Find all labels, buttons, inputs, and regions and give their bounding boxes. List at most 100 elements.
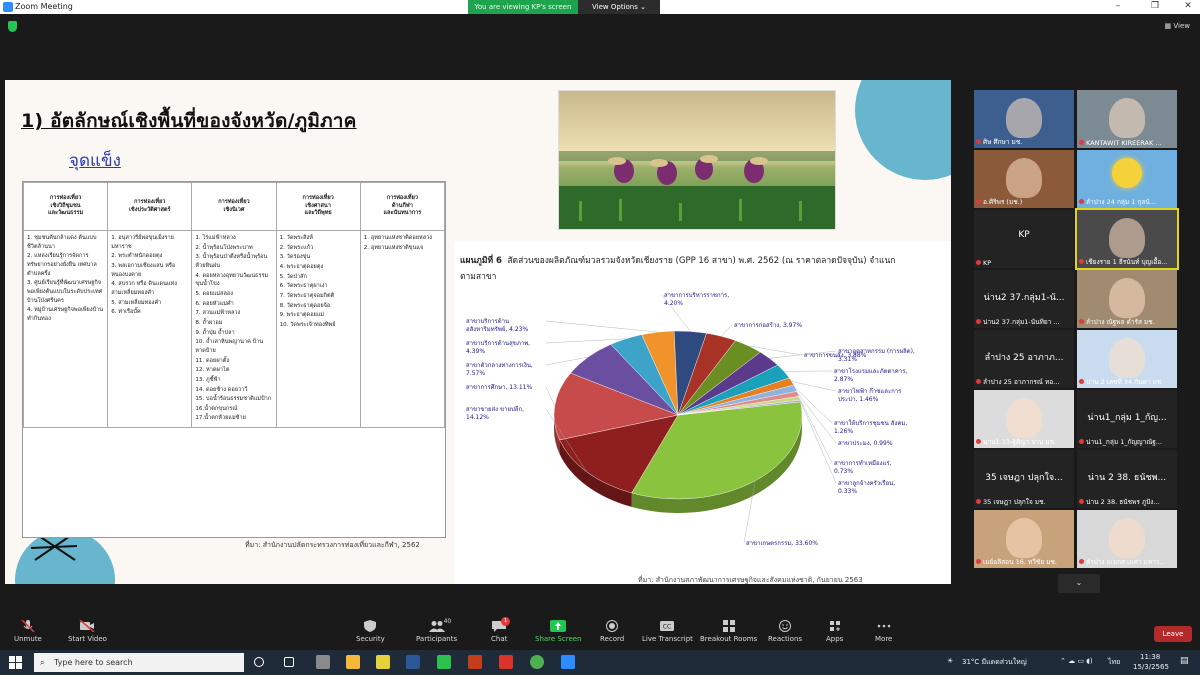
share-screen-button[interactable]: Share Screen xyxy=(535,620,582,643)
participant-name-label: น่าน2 37.กลุ่ม1-นันทิยา ... xyxy=(976,317,1072,327)
apps-button[interactable]: Apps xyxy=(826,620,843,643)
participant-tile[interactable]: อ.ศิริพร (มช.) xyxy=(974,150,1074,208)
pie-slice-label: สาขาบริการด้านสุขภาพ, 4.39% xyxy=(466,340,530,355)
app-icon[interactable] xyxy=(316,655,330,669)
breakout-rooms-button[interactable]: Breakout Rooms xyxy=(700,620,757,643)
acrobat-icon[interactable] xyxy=(499,655,513,669)
participant-tile[interactable]: น่าน2 37.กลุ่ม1-นั... น่าน2 37.กลุ่ม1-นัน… xyxy=(974,270,1074,328)
participant-tile[interactable]: KP KP xyxy=(974,210,1074,268)
table-list-item: 2. น้ำพุร้อนโป่งพระบาท xyxy=(195,244,253,251)
minimize-button[interactable]: – xyxy=(1110,1,1126,11)
participant-name: น่าน 2 38. ธนัชพร ภูปัง... xyxy=(1086,498,1160,506)
participant-video xyxy=(1006,518,1042,558)
participant-tile[interactable]: 35 เจษฎา ปลุกใจ... 35 เจษฎา ปลุกใจ มช. xyxy=(974,450,1074,508)
pie-slice-label: สาขาเกษตรกรรม, 33.60% xyxy=(746,540,818,547)
close-button[interactable]: ✕ xyxy=(1180,1,1196,11)
participant-video xyxy=(1006,398,1042,438)
security-button[interactable]: Security xyxy=(356,620,385,643)
decorative-blob xyxy=(855,80,951,180)
powerpoint-icon[interactable] xyxy=(468,655,482,669)
participant-tile[interactable]: KANTAWIT KIREERAK ... xyxy=(1077,90,1177,148)
pie-slice-label: สาขาให้บริการชุมชน สังคม, 1.26% xyxy=(834,419,907,435)
cortana-icon[interactable] xyxy=(254,657,264,667)
breakout-rooms-label: Breakout Rooms xyxy=(700,635,758,643)
more-button[interactable]: More xyxy=(875,620,892,643)
participant-tile[interactable]: ลำปาง 24 กลุ่ม 1 กุลนั... xyxy=(1077,150,1177,208)
task-view-icon[interactable] xyxy=(284,657,294,667)
system-tray-icons[interactable]: ⌃ ☁ ▭ ◖) xyxy=(1060,657,1093,665)
participant-video xyxy=(1109,338,1145,378)
participant-name: ลำปาง 24 กลุ่ม 1 กุลนั... xyxy=(1086,198,1157,206)
leave-button[interactable]: Leave xyxy=(1154,626,1192,642)
reactions-button[interactable]: Reactions xyxy=(768,620,802,643)
pie-slice-label: สาขาขายส่ง ขายปลีก, 14.12% xyxy=(466,405,524,421)
participant-tile[interactable]: น่าน1_กลุ่ม 1_กัญ... น่าน1_กลุ่ม 1_กัญญาณ… xyxy=(1077,390,1177,448)
table-list-item: 6. วัดพระธาตุผาเงา xyxy=(279,283,328,290)
participant-name-label: ลำปาง 24 กลุ่ม 1 กุลนั... xyxy=(1079,197,1175,207)
input-language[interactable]: ไทย xyxy=(1108,657,1120,668)
weather-text[interactable]: 31°C มีแดดส่วนใหญ่ xyxy=(962,657,1027,668)
muted-mic-icon xyxy=(976,499,981,504)
participant-name-label: เชียงราย 1 ธีรนันท์ บุญเอื้อ... xyxy=(1079,257,1175,267)
participant-name: 35 เจษฎา ปลุกใจ มช. xyxy=(983,498,1046,506)
sticky-notes-icon[interactable] xyxy=(376,655,390,669)
participant-video xyxy=(1006,158,1042,198)
window-title: Zoom Meeting xyxy=(15,2,73,11)
pie-slice-label: สาขาประมง, 0.99% xyxy=(838,440,893,447)
participants-icon: 40 xyxy=(428,618,451,632)
table-list-item: 4. สบรวก หรือ ดินแดนแห่งสามเหลี่ยมทองคำ xyxy=(111,281,177,296)
view-button[interactable]: ▦ View xyxy=(1165,22,1190,30)
notifications-icon[interactable]: ▤ xyxy=(1180,656,1189,666)
maximize-button[interactable]: ❐ xyxy=(1147,1,1163,11)
gallery-scroll-down-button[interactable]: ⌄ xyxy=(1058,574,1100,593)
video-off-icon xyxy=(79,620,95,632)
security-label: Security xyxy=(356,635,385,643)
participant-name: เชียงราย 1 ธีรนันท์ บุญเอื้อ... xyxy=(1086,258,1168,266)
participant-tile[interactable]: ลำปาง 25 อาภาภ... ลำปาง 25 อาภากรณ์ ทอ... xyxy=(974,330,1074,388)
participant-tile[interactable]: ลำปาง ณัฐพล ดำรัส มช. xyxy=(1077,270,1177,328)
table-list-item: 3. ศูนย์เรียนรู้ที่พัฒนาเศรษฐกิจพอเพียงต… xyxy=(27,280,103,304)
table-list-item: 12. หาดผาไต xyxy=(195,367,230,374)
windows-start-icon[interactable] xyxy=(9,656,22,669)
table-list-item: 6. ท่าเรือบั๊ค xyxy=(111,309,141,316)
participant-video xyxy=(1109,278,1145,318)
participant-tile[interactable]: ศิษ ศึกษา มช. xyxy=(974,90,1074,148)
zoom-taskbar-icon[interactable] xyxy=(561,655,575,669)
file-explorer-icon[interactable] xyxy=(346,655,360,669)
start-video-button[interactable]: Start Video xyxy=(68,620,107,643)
participant-tile[interactable]: น่าน1 33-ฐิติญา จาน มช. xyxy=(974,390,1074,448)
chat-button[interactable]: 1 Chat xyxy=(491,617,511,643)
start-video-label: Start Video xyxy=(68,635,107,643)
participant-name: ลำปาง 25 อาภากรณ์ ทอ... xyxy=(983,378,1060,386)
tourism-table: การท่องเที่ยว เชิงวิถีชุมชน และวัฒนธรรม … xyxy=(22,181,446,538)
table-list-item: 1. ไร่แม่ฟ้าหลวง xyxy=(195,235,236,241)
encryption-shield-icon[interactable] xyxy=(8,21,17,32)
live-transcript-button[interactable]: CC Live Transcript xyxy=(642,620,693,643)
unmute-button[interactable]: Unmute xyxy=(14,620,42,643)
participant-name: ลำปาง อเนกส เมศา มหาว... xyxy=(1086,558,1166,566)
table-list-item: 7. สวนแม่ฟ้าหลวง xyxy=(195,310,241,317)
participant-tile[interactable]: เมย์อลิสอน 16. ทวีชัย มช. xyxy=(974,510,1074,568)
slide-subheading: จุดแข็ง xyxy=(69,151,121,171)
word-icon[interactable] xyxy=(406,655,420,669)
participant-video xyxy=(1109,98,1145,138)
participant-tile[interactable]: น่าน 2 เลขที่ 34 กันดา มช. xyxy=(1077,330,1177,388)
participant-display-name: 35 เจษฎา ปลุกใจ... xyxy=(985,473,1063,483)
view-options-button[interactable]: View Options ⌄ xyxy=(578,0,660,14)
chrome-icon[interactable] xyxy=(530,655,544,669)
table-list-item: 2. พระตำหนักดอยตุง xyxy=(111,253,163,260)
participants-button[interactable]: 40 Participants xyxy=(416,618,457,643)
line-icon[interactable] xyxy=(437,655,451,669)
table-list-item: 1. วัดพระสิงห์ xyxy=(279,235,313,241)
table-list-item: 13. ภูชี้ฟ้า xyxy=(195,376,221,383)
table-header: การท่องเที่ยว เชิงวิถีชุมชน และวัฒนธรรม xyxy=(22,182,109,231)
muted-mic-icon xyxy=(976,319,981,324)
table-list-item: 10. วัดพระเจ้าทองทิพย์ xyxy=(279,321,336,328)
record-button[interactable]: Record xyxy=(600,620,624,643)
participant-name-label: น่าน 2 38. ธนัชพร ภูปัง... xyxy=(1079,497,1175,507)
participant-tile[interactable]: เชียงราย 1 ธีรนันท์ บุญเอื้อ... xyxy=(1075,208,1179,270)
pie-slice-label: สาขาอุตสาหกรรม (การผลิต), 3.31% xyxy=(838,348,915,363)
participant-tile[interactable]: น่าน 2 38. ธนัชพ... น่าน 2 38. ธนัชพร ภูป… xyxy=(1077,450,1177,508)
taskbar-search-input[interactable]: ⌕ Type here to search xyxy=(34,653,244,672)
participant-tile[interactable]: ลำปาง อเนกส เมศา มหาว... xyxy=(1077,510,1177,568)
